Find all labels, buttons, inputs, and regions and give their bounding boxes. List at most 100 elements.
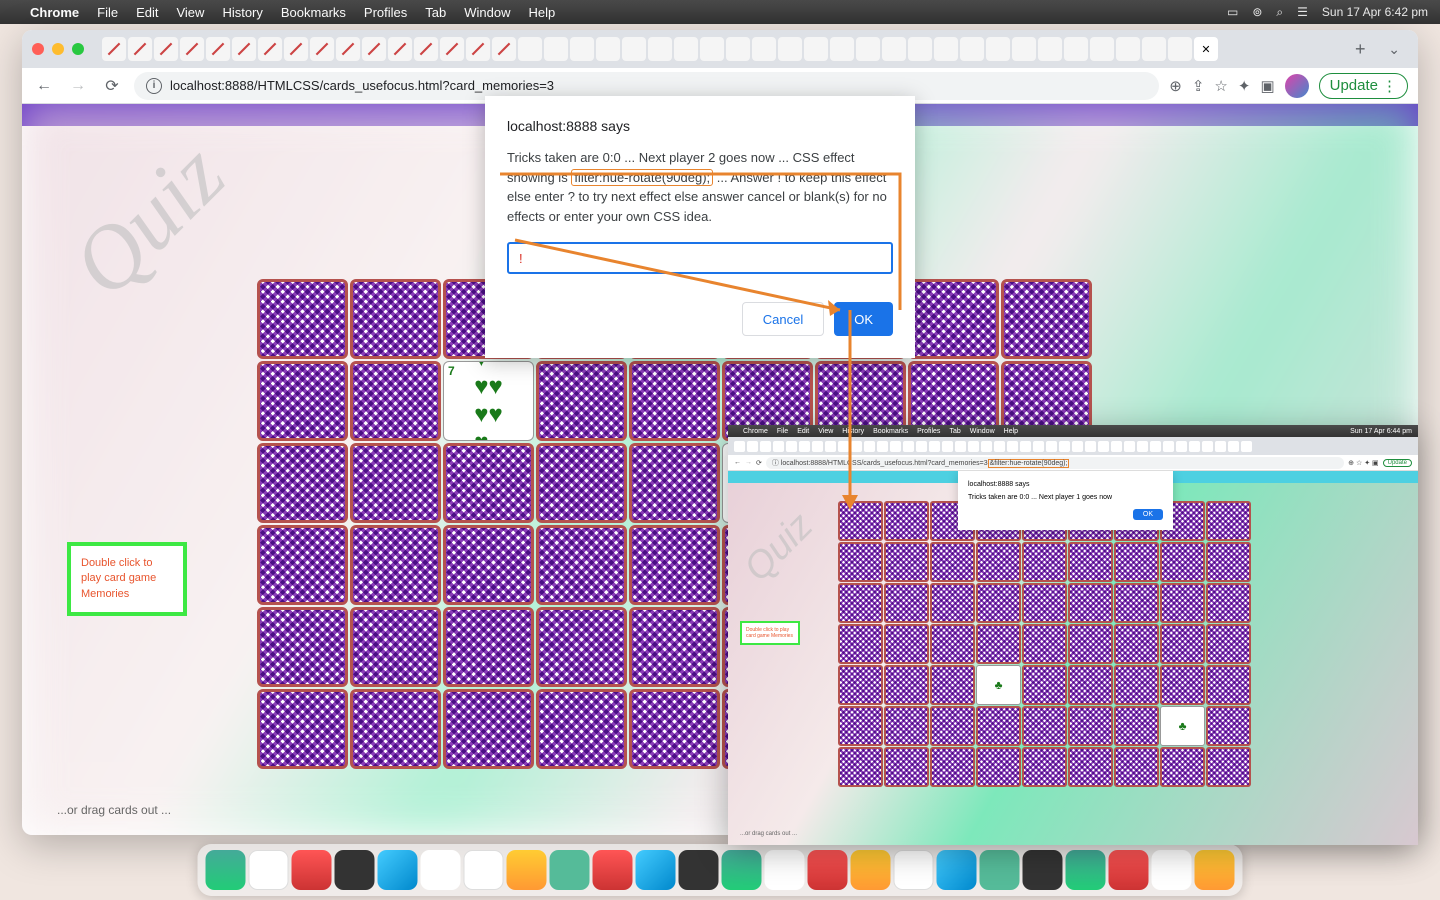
browser-tab[interactable] bbox=[102, 37, 126, 61]
dock-app-icon[interactable] bbox=[851, 850, 891, 890]
dock-app-icon[interactable] bbox=[507, 850, 547, 890]
dock-app-icon[interactable] bbox=[292, 850, 332, 890]
browser-tab[interactable] bbox=[700, 37, 724, 61]
browser-tab[interactable] bbox=[648, 37, 672, 61]
browser-tab[interactable] bbox=[284, 37, 308, 61]
playing-card[interactable] bbox=[443, 689, 534, 769]
window-zoom-button[interactable] bbox=[72, 43, 84, 55]
browser-tab[interactable] bbox=[180, 37, 204, 61]
playing-card[interactable] bbox=[257, 443, 348, 523]
browser-tab[interactable] bbox=[726, 37, 750, 61]
playing-card[interactable] bbox=[908, 279, 999, 359]
cancel-button[interactable]: Cancel bbox=[742, 302, 824, 336]
playing-card[interactable] bbox=[629, 361, 720, 441]
clock[interactable]: Sun 17 Apr 6:42 pm bbox=[1322, 5, 1428, 19]
playing-card[interactable] bbox=[257, 689, 348, 769]
window-minimize-button[interactable] bbox=[52, 43, 64, 55]
browser-tab[interactable]: ✕ bbox=[1194, 37, 1218, 61]
menu-bookmarks[interactable]: Bookmarks bbox=[281, 5, 346, 20]
browser-tab[interactable] bbox=[882, 37, 906, 61]
prompt-input[interactable] bbox=[507, 242, 893, 274]
dock-app-icon[interactable] bbox=[765, 850, 805, 890]
menu-profiles[interactable]: Profiles bbox=[364, 5, 407, 20]
browser-tab[interactable] bbox=[492, 37, 516, 61]
browser-tab[interactable] bbox=[804, 37, 828, 61]
menu-window[interactable]: Window bbox=[464, 5, 510, 20]
playing-card[interactable] bbox=[629, 607, 720, 687]
menu-tab[interactable]: Tab bbox=[425, 5, 446, 20]
browser-tab[interactable] bbox=[388, 37, 412, 61]
playing-card[interactable] bbox=[1001, 279, 1092, 359]
menu-history[interactable]: History bbox=[222, 5, 262, 20]
browser-tab[interactable] bbox=[1064, 37, 1088, 61]
dock-app-icon[interactable] bbox=[1023, 850, 1063, 890]
browser-tab[interactable] bbox=[1090, 37, 1114, 61]
browser-tab[interactable] bbox=[622, 37, 646, 61]
browser-tab[interactable] bbox=[1116, 37, 1140, 61]
playing-card[interactable] bbox=[257, 361, 348, 441]
dock-app-icon[interactable] bbox=[550, 850, 590, 890]
new-tab-button[interactable]: + bbox=[1346, 39, 1374, 60]
browser-tab[interactable] bbox=[154, 37, 178, 61]
playing-card[interactable] bbox=[629, 689, 720, 769]
dock-trash-icon[interactable] bbox=[1195, 850, 1235, 890]
browser-tab[interactable] bbox=[1012, 37, 1036, 61]
profile-avatar[interactable] bbox=[1285, 74, 1309, 98]
playing-card[interactable] bbox=[443, 443, 534, 523]
browser-tab[interactable] bbox=[310, 37, 334, 61]
playing-card[interactable] bbox=[536, 525, 627, 605]
browser-tab[interactable] bbox=[986, 37, 1010, 61]
dock-app-icon[interactable] bbox=[1109, 850, 1149, 890]
playing-card[interactable] bbox=[629, 443, 720, 523]
browser-tab[interactable] bbox=[830, 37, 854, 61]
dock-app-icon[interactable] bbox=[1152, 850, 1192, 890]
reload-button[interactable]: ⟳ bbox=[100, 74, 124, 98]
playing-card[interactable] bbox=[257, 279, 348, 359]
reading-list-icon[interactable]: ▣ bbox=[1260, 77, 1274, 95]
bookmark-icon[interactable]: ☆ bbox=[1214, 77, 1227, 95]
playing-card[interactable] bbox=[350, 607, 441, 687]
app-name[interactable]: Chrome bbox=[30, 5, 79, 20]
dock-app-icon[interactable] bbox=[636, 850, 676, 890]
dock-app-icon[interactable] bbox=[980, 850, 1020, 890]
dock-app-icon[interactable] bbox=[894, 850, 934, 890]
browser-tab[interactable] bbox=[258, 37, 282, 61]
playing-card[interactable] bbox=[350, 361, 441, 441]
control-center-icon[interactable]: ☰ bbox=[1297, 5, 1308, 19]
extensions-icon[interactable]: ✦ bbox=[1238, 77, 1251, 95]
menu-view[interactable]: View bbox=[176, 5, 204, 20]
dock-app-icon[interactable] bbox=[593, 850, 633, 890]
playing-card[interactable] bbox=[257, 607, 348, 687]
dock-app-icon[interactable] bbox=[335, 850, 375, 890]
back-button[interactable]: ← bbox=[32, 74, 56, 98]
forward-button[interactable]: → bbox=[66, 74, 90, 98]
playing-card[interactable] bbox=[536, 361, 627, 441]
dock-app-icon[interactable] bbox=[249, 850, 289, 890]
browser-tab[interactable] bbox=[518, 37, 542, 61]
battery-icon[interactable]: ▭ bbox=[1227, 5, 1238, 19]
browser-tab[interactable] bbox=[1038, 37, 1062, 61]
dock-app-icon[interactable] bbox=[679, 850, 719, 890]
tab-overflow-button[interactable]: ⌄ bbox=[1380, 41, 1408, 58]
playing-card[interactable] bbox=[536, 689, 627, 769]
playing-card[interactable] bbox=[536, 607, 627, 687]
dock-app-icon[interactable] bbox=[808, 850, 848, 890]
wifi-icon[interactable]: ⊚ bbox=[1252, 5, 1262, 19]
menu-edit[interactable]: Edit bbox=[136, 5, 158, 20]
menu-file[interactable]: File bbox=[97, 5, 118, 20]
browser-tab[interactable] bbox=[1168, 37, 1192, 61]
menu-help[interactable]: Help bbox=[529, 5, 556, 20]
share-icon[interactable]: ⇪ bbox=[1192, 77, 1205, 95]
instructions-box[interactable]: Double click to play card game Memories bbox=[67, 542, 187, 616]
dock-app-icon[interactable] bbox=[421, 850, 461, 890]
playing-card[interactable] bbox=[350, 525, 441, 605]
ok-button[interactable]: OK bbox=[834, 302, 893, 336]
browser-tab[interactable] bbox=[336, 37, 360, 61]
playing-card[interactable] bbox=[443, 607, 534, 687]
browser-tab[interactable] bbox=[778, 37, 802, 61]
browser-tab[interactable] bbox=[596, 37, 620, 61]
browser-tab[interactable] bbox=[206, 37, 230, 61]
browser-tab[interactable] bbox=[362, 37, 386, 61]
dock-app-icon[interactable] bbox=[722, 850, 762, 890]
playing-card[interactable]: ♥♥♥♥♥♥ bbox=[443, 361, 534, 441]
